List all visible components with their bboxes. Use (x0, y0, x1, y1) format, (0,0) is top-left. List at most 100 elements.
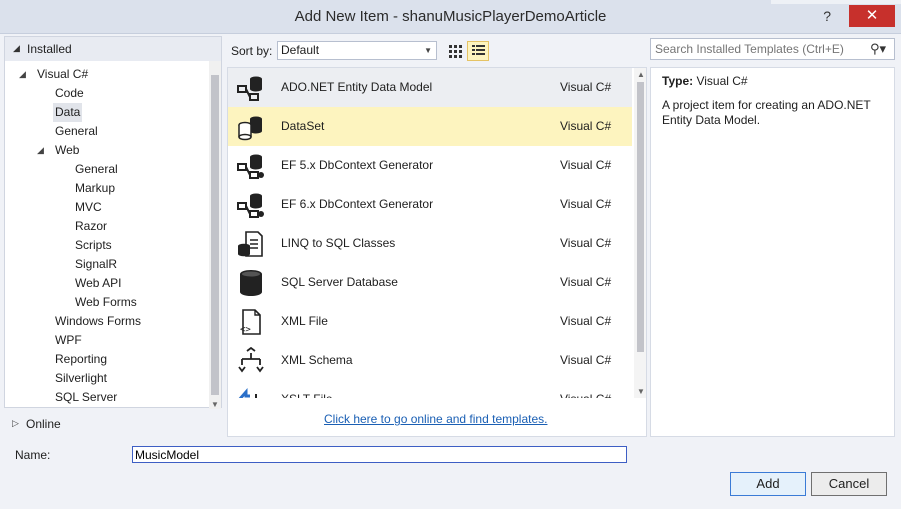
search-box[interactable]: ⚲▾ (650, 38, 895, 60)
cancel-button[interactable]: Cancel (811, 472, 887, 496)
tree-item[interactable]: Visual C# (35, 65, 90, 84)
tree-item[interactable]: WPF (53, 331, 84, 350)
name-input[interactable] (132, 446, 627, 463)
template-item[interactable]: XML Schema Visual C# (228, 341, 632, 380)
template-name: LINQ to SQL Classes (281, 236, 396, 250)
tree-item-label: Scripts (75, 238, 112, 252)
tree-item[interactable]: General (53, 122, 100, 141)
scroll-down-icon[interactable]: ▼ (211, 400, 219, 409)
tree-item[interactable]: General (73, 160, 120, 179)
dbcontext-generator-icon (236, 152, 266, 180)
tree-item-label: Visual C# (37, 67, 89, 81)
installed-header[interactable]: ◢ Installed (5, 37, 221, 61)
template-language: Visual C# (560, 353, 612, 367)
template-name: SQL Server Database (281, 275, 398, 289)
tree-item[interactable]: Web (53, 141, 81, 160)
background-window-edge (771, 0, 901, 4)
tree-item[interactable]: SignalR (73, 255, 119, 274)
sort-label: Sort by: (231, 44, 273, 58)
tree-item-label: Data (55, 105, 81, 119)
template-name: XML Schema (281, 353, 353, 367)
list-view-button[interactable] (467, 41, 489, 61)
xslt-file-icon (236, 386, 266, 398)
template-categories-pane: ◢ Installed Visual C# ◢ Code Data General Web… (4, 36, 222, 409)
tree-expanded-arrow-icon[interactable]: ◢ (37, 145, 44, 156)
tree-scrollbar-thumb[interactable] (211, 75, 219, 395)
template-item[interactable]: DataSet Visual C# (228, 107, 632, 146)
name-label: Name: (15, 448, 51, 462)
template-name: DataSet (281, 119, 325, 133)
template-item[interactable]: EF 5.x DbContext Generator Visual C# (228, 146, 632, 185)
template-item[interactable]: <> XML File Visual C# (228, 302, 632, 341)
template-language: Visual C# (560, 158, 612, 172)
tree-item[interactable]: Scripts (73, 236, 114, 255)
tree-item[interactable]: Web API (73, 274, 123, 293)
grid-view-icon (449, 45, 462, 58)
title-bar: Add New Item - shanuMusicPlayerDemoArtic… (0, 0, 901, 34)
scroll-down-icon[interactable]: ▼ (637, 387, 645, 396)
details-type: Type: Visual C# (662, 74, 883, 88)
name-row: Name: (0, 444, 901, 468)
tree-item-label: SignalR (75, 257, 118, 271)
scroll-up-icon[interactable]: ▲ (637, 70, 645, 79)
dialog-body: ◢ Installed Visual C# ◢ Code Data General Web… (0, 34, 901, 509)
window-title: Add New Item - shanuMusicPlayerDemoArtic… (294, 8, 607, 25)
tree-item-label: Razor (75, 219, 108, 233)
tree-item-label: Web (55, 143, 80, 157)
tree-item[interactable]: Markup (73, 179, 117, 198)
help-button[interactable]: ? (823, 8, 831, 24)
template-language: Visual C# (560, 80, 612, 94)
tree-item-label: General (55, 124, 98, 138)
tree-item[interactable]: MVC (73, 198, 104, 217)
template-name: ADO.NET Entity Data Model (281, 80, 433, 94)
template-name: XSLT File (281, 392, 333, 398)
tree-item[interactable]: SQL Server (53, 388, 119, 407)
sort-value: Default (281, 43, 320, 57)
templates-scrollbar[interactable]: ▲ ▼ (634, 68, 646, 398)
tree-item[interactable]: Code (53, 84, 86, 103)
tree-scrollbar[interactable]: ▼ (209, 61, 221, 409)
tree-item-label: SQL Server (55, 390, 118, 404)
template-item[interactable]: SQL Server Database Visual C# (228, 263, 632, 302)
dropdown-arrow-icon: ▼ (424, 46, 432, 55)
template-item[interactable]: EF 6.x DbContext Generator Visual C# (228, 185, 632, 224)
tree-item-label: Web API (75, 276, 122, 290)
sort-toolbar: Sort by: Default ▼ (227, 39, 647, 63)
search-icon[interactable]: ⚲▾ (870, 41, 886, 57)
template-name: EF 6.x DbContext Generator (281, 197, 434, 211)
online-templates-link[interactable]: Click here to go online and find templat… (324, 412, 547, 426)
collapse-arrow-icon[interactable]: ◢ (13, 43, 20, 54)
installed-label: Installed (27, 42, 72, 56)
sort-select[interactable]: Default ▼ (277, 41, 437, 60)
template-item[interactable]: LINQ to SQL Classes Visual C# (228, 224, 632, 263)
template-language: Visual C# (560, 275, 612, 289)
tree-expanded-arrow-icon[interactable]: ◢ (19, 69, 26, 80)
online-header[interactable]: ▷ Online (4, 411, 222, 437)
tree-item[interactable]: Reporting (53, 350, 109, 369)
close-button[interactable]: ✕ (849, 5, 895, 27)
templates-scrollbar-thumb[interactable] (637, 82, 644, 352)
template-item[interactable]: ADO.NET Entity Data Model Visual C# (228, 68, 632, 107)
svg-text:<>: <> (240, 325, 251, 335)
add-button[interactable]: Add (730, 472, 806, 496)
tree-item[interactable]: Web Forms (73, 293, 139, 312)
details-pane: Type: Visual C# A project item for creat… (650, 67, 895, 437)
tree-item-label: Markup (75, 181, 116, 195)
small-icons-view-button[interactable] (445, 41, 465, 61)
linq-to-sql-icon (236, 230, 266, 258)
tree-item[interactable]: Silverlight (53, 369, 109, 388)
search-input[interactable] (655, 41, 865, 57)
database-icon (236, 269, 266, 297)
expand-arrow-icon[interactable]: ▷ (12, 418, 19, 429)
tree-item[interactable]: Razor (73, 217, 109, 236)
entity-model-icon (236, 74, 266, 102)
tree-item[interactable]: Windows Forms (53, 312, 143, 331)
tree-item-label: Silverlight (55, 371, 108, 385)
template-item[interactable]: XSLT File Visual C# (228, 380, 632, 398)
tree-item-label: Code (55, 86, 84, 100)
tree-item[interactable]: Data (53, 103, 83, 122)
template-list: ADO.NET Entity Data Model Visual C# DataSe… (228, 68, 633, 398)
tree-item-label: General (75, 162, 118, 176)
category-tree: Visual C# ◢ Code Data General Web ◢ General Mark… (5, 65, 209, 409)
templates-pane: ADO.NET Entity Data Model Visual C# DataSe… (227, 67, 647, 437)
